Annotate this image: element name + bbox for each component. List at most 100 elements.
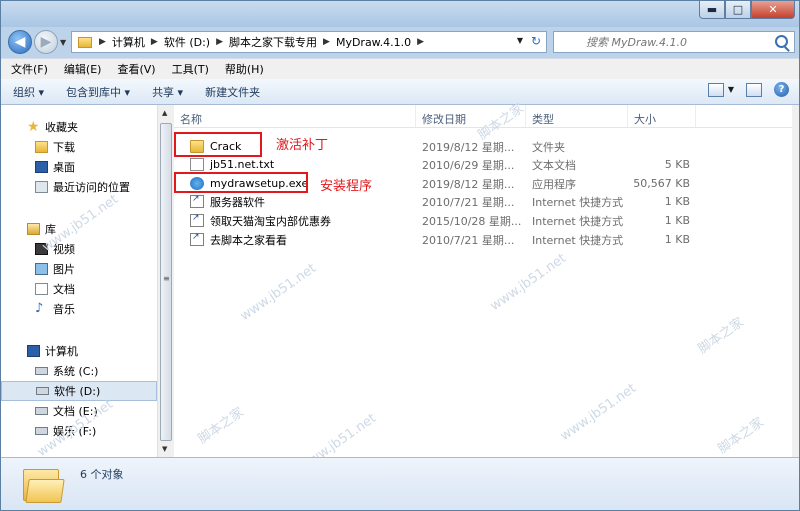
refresh-icon[interactable]: ↻ — [528, 34, 544, 50]
nav-drive-f[interactable]: 娱乐 (F:) — [1, 421, 157, 441]
nav-drive-c[interactable]: 系统 (C:) — [1, 361, 157, 381]
file-row[interactable]: Crack 2019/8/12 星期... 文件夹 — [174, 137, 794, 156]
minimize-button[interactable]: ▬ — [699, 1, 725, 19]
forward-button[interactable]: ▶ — [34, 30, 58, 54]
computer-section: 计算机 系统 (C:) 软件 (D:) 文档 (E:) 娱乐 (F:) — [1, 341, 157, 441]
column-header-size[interactable]: 大小 — [628, 105, 696, 127]
column-header-type[interactable]: 类型 — [526, 105, 628, 127]
search-input[interactable] — [554, 32, 786, 51]
file-name-cell: jb51.net.txt — [174, 158, 416, 171]
file-type: Internet 快捷方式 — [532, 233, 624, 247]
file-row[interactable]: 去脚本之家看看 2010/7/21 星期... Internet 快捷方式 1 … — [174, 230, 794, 249]
nav-label: 库 — [45, 223, 56, 236]
nav-label: 计算机 — [45, 345, 78, 358]
scroll-thumb[interactable]: ≡ — [160, 123, 172, 441]
nav-music[interactable]: ♪ 音乐 — [1, 299, 157, 319]
help-icon[interactable]: ? — [774, 82, 789, 97]
address-bar[interactable]: ▶ 计算机 ▶ 软件 (D:) ▶ 脚本之家下载专用 ▶ MyDraw.4.1.… — [71, 31, 547, 53]
title-bar[interactable]: ▬ □ ✕ — [1, 1, 799, 27]
file-date: 2010/7/21 星期... — [422, 233, 515, 247]
search-icon[interactable] — [775, 35, 788, 48]
breadcrumb-separator-icon[interactable]: ▶ — [414, 37, 427, 47]
star-icon: ★ — [27, 119, 40, 135]
breadcrumb-computer[interactable]: 计算机 — [109, 34, 148, 50]
recent-pages-dropdown-icon[interactable]: ▼ — [60, 38, 66, 47]
breadcrumb-separator-icon[interactable]: ▶ — [96, 37, 109, 47]
file-type: Internet 快捷方式 — [532, 214, 624, 228]
nav-drive-d[interactable]: 软件 (D:) — [1, 381, 157, 401]
breadcrumb: 计算机 ▶ 软件 (D:) ▶ 脚本之家下载专用 ▶ MyDraw.4.1.0 … — [109, 34, 427, 50]
organize-button[interactable]: 组织 ▾ — [1, 84, 54, 100]
favorites-section: ★ 收藏夹 下载 桌面 最近访问的位置 — [1, 117, 157, 197]
nav-libraries[interactable]: 库 — [1, 219, 157, 239]
breadcrumb-download-folder[interactable]: 脚本之家下载专用 — [226, 34, 320, 50]
file-name: 去脚本之家看看 — [210, 233, 287, 247]
menu-view[interactable]: 查看(V) — [107, 61, 161, 77]
content-scrollbar[interactable] — [792, 105, 799, 457]
breadcrumb-separator-icon[interactable]: ▶ — [148, 37, 161, 47]
view-dropdown-icon[interactable]: ▼ — [728, 85, 734, 94]
explorer-window: ▬ □ ✕ ◀ ▶ ▼ ▶ 计算机 ▶ 软件 (D:) ▶ 脚本之家下载专用 ▶… — [0, 0, 800, 511]
libraries-section: 库 视频 图片 文档 ♪ 音乐 — [1, 219, 157, 319]
nav-label: 文档 (E:) — [53, 405, 98, 418]
file-size: 5 KB — [664, 158, 690, 171]
folder-icon — [78, 36, 92, 48]
menu-edit[interactable]: 编辑(E) — [54, 61, 108, 77]
nav-desktop[interactable]: 桌面 — [1, 157, 157, 177]
file-size: 50,567 KB — [633, 177, 690, 190]
nav-label: 下载 — [53, 141, 75, 154]
breadcrumb-drive-d[interactable]: 软件 (D:) — [161, 34, 213, 50]
status-bar: 6 个对象 — [1, 457, 799, 510]
shortcut-icon — [190, 232, 204, 246]
close-button[interactable]: ✕ — [751, 1, 795, 19]
menu-tools[interactable]: 工具(T) — [162, 61, 215, 77]
nav-videos[interactable]: 视频 — [1, 239, 157, 259]
nav-label: 最近访问的位置 — [53, 181, 130, 194]
file-type: 应用程序 — [532, 177, 576, 191]
file-row[interactable]: 服务器软件 2010/7/21 星期... Internet 快捷方式 1 KB — [174, 192, 794, 211]
command-bar: 组织 ▾ 包含到库中 ▾ 共享 ▾ 新建文件夹 ▼ ? — [1, 79, 799, 105]
file-name: jb51.net.txt — [210, 158, 275, 171]
view-options-icon[interactable] — [707, 82, 724, 97]
new-folder-button[interactable]: 新建文件夹 — [193, 84, 270, 100]
breadcrumb-separator-icon[interactable]: ▶ — [213, 37, 226, 47]
computer-icon — [27, 345, 40, 357]
file-size: 1 KB — [664, 195, 690, 208]
breadcrumb-current-folder[interactable]: MyDraw.4.1.0 — [333, 36, 414, 49]
column-header-name[interactable]: 名称 — [174, 105, 416, 127]
menu-help[interactable]: 帮助(H) — [215, 61, 270, 77]
scroll-up-icon[interactable]: ▲ — [162, 109, 167, 117]
file-row[interactable]: 领取天猫淘宝内部优惠券 2015/10/28 星期... Internet 快捷… — [174, 211, 794, 230]
nav-label: 文档 — [53, 283, 75, 296]
nav-label: 图片 — [53, 263, 75, 276]
include-in-library-button[interactable]: 包含到库中 ▾ — [54, 84, 140, 100]
back-button[interactable]: ◀ — [8, 30, 32, 54]
address-dropdown-icon[interactable]: ▼ — [517, 36, 523, 45]
highlight-crack — [174, 132, 262, 157]
nav-label: 软件 (D:) — [54, 385, 101, 398]
file-date: 2019/8/12 星期... — [422, 177, 515, 191]
folder-front-shape — [25, 479, 65, 503]
column-header-date[interactable]: 修改日期 — [416, 105, 526, 127]
preview-pane-icon[interactable] — [746, 82, 762, 97]
share-button[interactable]: 共享 ▾ — [140, 84, 193, 100]
maximize-button[interactable]: □ — [725, 1, 751, 19]
file-size: 1 KB — [664, 233, 690, 246]
menu-file[interactable]: 文件(F) — [1, 61, 54, 77]
file-name-cell: 服务器软件 — [174, 194, 416, 210]
nav-computer[interactable]: 计算机 — [1, 341, 157, 361]
nav-recent-places[interactable]: 最近访问的位置 — [1, 177, 157, 197]
menu-bar: 文件(F) 编辑(E) 查看(V) 工具(T) 帮助(H) — [1, 58, 799, 79]
breadcrumb-separator-icon[interactable]: ▶ — [320, 37, 333, 47]
nav-label: 系统 (C:) — [53, 365, 99, 378]
nav-pictures[interactable]: 图片 — [1, 259, 157, 279]
nav-scrollbar[interactable]: ▲ ≡ ▼ — [157, 105, 174, 457]
scroll-down-icon[interactable]: ▼ — [162, 445, 167, 453]
nav-downloads[interactable]: 下载 — [1, 137, 157, 157]
nav-documents[interactable]: 文档 — [1, 279, 157, 299]
nav-label: 视频 — [53, 243, 75, 256]
recent-places-icon — [35, 181, 48, 193]
nav-favorites[interactable]: ★ 收藏夹 — [1, 117, 157, 137]
nav-drive-e[interactable]: 文档 (E:) — [1, 401, 157, 421]
watermark: 脚本之家 — [715, 415, 767, 458]
